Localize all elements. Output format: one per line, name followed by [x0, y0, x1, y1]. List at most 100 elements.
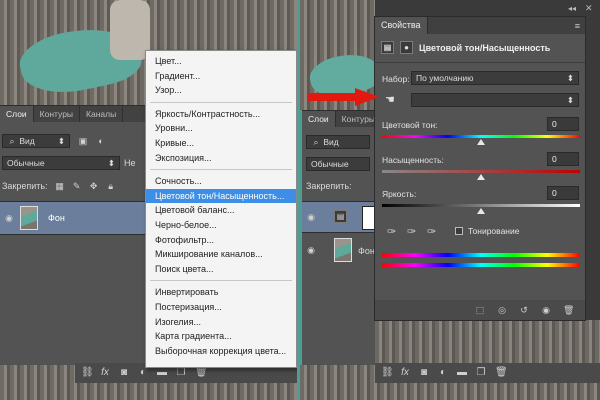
- eye-icon[interactable]: ◉: [4, 213, 14, 223]
- clip-to-layer-icon[interactable]: ⬚: [475, 305, 485, 315]
- dropper-icon[interactable]: ✑: [387, 225, 396, 238]
- properties-title: Цветовой тон/Насыщенность: [419, 42, 551, 53]
- adjustment-icon[interactable]: ◐: [438, 368, 448, 378]
- menu-item[interactable]: Экспозиция...: [146, 151, 296, 166]
- layer-row-background[interactable]: ◉ Фон: [0, 201, 145, 235]
- folder-icon[interactable]: ▬: [457, 368, 467, 378]
- lightness-value-input[interactable]: 0: [547, 186, 579, 200]
- folder-icon[interactable]: ▬: [157, 368, 167, 378]
- saturation-label: Насыщенность:: [382, 155, 444, 165]
- properties-titlebar: Свойства ≡: [375, 17, 585, 34]
- mask-icon[interactable]: ◙: [119, 368, 129, 378]
- menu-item[interactable]: Фотофильтр...: [146, 233, 296, 248]
- menu-item[interactable]: Градиент...: [146, 69, 296, 84]
- colorize-label: Тонирование: [468, 226, 520, 236]
- menu-item[interactable]: Инвертировать: [146, 285, 296, 300]
- tab-properties[interactable]: Свойства: [375, 17, 428, 34]
- trash-icon[interactable]: 🗑︎: [563, 305, 574, 315]
- menu-item[interactable]: Микширование каналов...: [146, 247, 296, 262]
- menu-item[interactable]: Узор...: [146, 83, 296, 98]
- menu-item[interactable]: Цветовой тон/Насыщенность...: [146, 188, 296, 204]
- menu-item[interactable]: Выборочная коррекция цвета...: [146, 344, 296, 359]
- menu-separator: [150, 280, 292, 282]
- menu-item[interactable]: Сочность...: [146, 174, 296, 189]
- saturation-slider-thumb[interactable]: [477, 174, 485, 180]
- lock-move-icon[interactable]: ✥: [89, 181, 99, 191]
- tab-layers[interactable]: Слои: [302, 111, 336, 127]
- properties-footer: ⬚ ◎ ↺ ◉ 🗑︎: [375, 300, 585, 320]
- preset-select[interactable]: По умолчанию ⬍: [411, 71, 579, 85]
- saturation-slider-track[interactable]: [382, 170, 580, 173]
- tab-channels[interactable]: Каналы: [80, 106, 124, 122]
- hand-tool-icon[interactable]: ☚: [385, 93, 395, 106]
- layers-tabs-right: Слои Контуры: [302, 111, 383, 127]
- link-icon[interactable]: ⛓: [381, 368, 394, 378]
- adjustment-filter-icon[interactable]: ◐: [96, 136, 106, 146]
- visibility-icon[interactable]: ◉: [541, 305, 551, 315]
- hue-slider-thumb[interactable]: [477, 139, 485, 145]
- fx-icon[interactable]: fx: [100, 368, 110, 378]
- reset-icon[interactable]: ↺: [519, 305, 529, 315]
- menu-item[interactable]: Цвет...: [146, 54, 296, 69]
- lock-paint-icon[interactable]: ✎: [72, 181, 82, 191]
- channel-select[interactable]: ⬍: [411, 93, 579, 107]
- lightness-slider-thumb[interactable]: [477, 208, 485, 214]
- menu-item[interactable]: Изогелия...: [146, 315, 296, 330]
- hue-value-input[interactable]: 0: [547, 117, 579, 131]
- menu-item[interactable]: Карта градиента...: [146, 329, 296, 344]
- blend-mode-select[interactable]: Обычные: [306, 157, 370, 171]
- collapse-icon[interactable]: ◂◂: [568, 4, 576, 13]
- blend-mode-select[interactable]: Обычные ⬍: [2, 156, 120, 170]
- panel-menu-icon[interactable]: ≡: [575, 21, 580, 31]
- menu-item[interactable]: Поиск цвета...: [146, 262, 296, 277]
- layer-kind-filter[interactable]: ⌕ Вид: [306, 135, 370, 149]
- colorize-checkbox[interactable]: [455, 227, 463, 235]
- saturation-value-input[interactable]: 0: [547, 152, 579, 166]
- dropper-plus-icon[interactable]: ✑: [407, 225, 416, 238]
- lock-transparent-icon[interactable]: ▦: [55, 181, 65, 191]
- menu-item[interactable]: Уровни...: [146, 121, 296, 136]
- layer-row-background[interactable]: ◉ Фон: [302, 235, 375, 267]
- trash-icon[interactable]: 🗑︎: [495, 368, 508, 378]
- view-previous-icon[interactable]: ◎: [497, 305, 507, 315]
- menu-item[interactable]: Постеризация...: [146, 300, 296, 315]
- image-filter-icon[interactable]: ▣: [78, 136, 88, 146]
- eye-icon[interactable]: ◉: [306, 212, 316, 222]
- chevron-icon: ⬍: [57, 135, 65, 146]
- menu-item[interactable]: Кривые...: [146, 136, 296, 151]
- menu-item[interactable]: Черно-белое...: [146, 218, 296, 233]
- fx-icon[interactable]: fx: [400, 368, 410, 378]
- layers-panel-right: Слои Контуры ⌕ Вид Обычные Закрепить: ◉ …: [302, 110, 383, 365]
- lightness-slider-track[interactable]: [382, 204, 580, 207]
- layer-kind-filter[interactable]: ⌕ Вид ⬍: [2, 134, 70, 148]
- trash-icon[interactable]: 🗑︎: [195, 368, 208, 378]
- kind-label: Вид: [19, 136, 35, 146]
- blend-mode-value: Обычные: [311, 159, 349, 169]
- lock-label: Закрепить:: [306, 181, 352, 191]
- mask-icon[interactable]: ◙: [419, 368, 429, 378]
- mask-icon[interactable]: ●: [400, 41, 413, 54]
- menu-separator: [150, 169, 292, 171]
- hue-saturation-icon: ▤: [381, 41, 394, 54]
- new-layer-icon[interactable]: ❐: [176, 368, 186, 378]
- adjustment-icon[interactable]: ◐: [138, 368, 148, 378]
- menu-separator: [150, 101, 292, 103]
- new-layer-icon[interactable]: ❐: [476, 368, 486, 378]
- lock-all-icon[interactable]: 🔒︎: [106, 181, 116, 191]
- layer-name: Фон: [358, 246, 375, 256]
- hue-slider-track[interactable]: [382, 135, 580, 138]
- adjustment-menu: Цвет... Градиент... Узор... Яркость/Контрас…: [145, 50, 297, 368]
- layer-row-hue-saturation[interactable]: ◉ ▤: [302, 201, 376, 233]
- menu-item[interactable]: Яркость/Контрастность...: [146, 107, 296, 122]
- tab-paths[interactable]: Контуры: [34, 106, 81, 122]
- search-icon: ⌕: [9, 136, 15, 146]
- close-icon[interactable]: ✕: [585, 3, 593, 14]
- chevron-icon: ⬍: [566, 94, 574, 105]
- link-icon[interactable]: ⛓: [81, 368, 94, 378]
- dropper-minus-icon[interactable]: ✑: [427, 225, 436, 238]
- eye-icon[interactable]: ◉: [306, 245, 316, 255]
- menu-item[interactable]: Цветовой баланс...: [146, 203, 296, 218]
- color-bar-bottom: [382, 263, 580, 267]
- layer-thumbnail: [334, 238, 352, 262]
- tab-layers[interactable]: Слои: [0, 106, 34, 122]
